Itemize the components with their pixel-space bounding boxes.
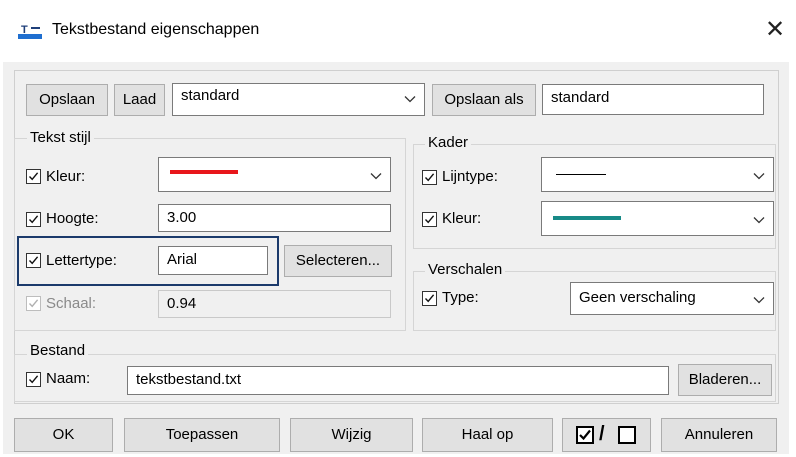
fetch-button[interactable]: Haal op [422,418,553,452]
text-height-label: Hoogte: [46,210,99,227]
chevron-down-icon [404,96,416,103]
chevron-down-icon [753,297,765,304]
chevron-down-icon [753,217,765,224]
scaling-type-label: Type: [442,289,479,306]
frame-color-swatch [553,216,621,220]
text-height-input[interactable]: 3.00 [158,204,391,232]
scaling-type-dropdown[interactable]: Geen verschaling [570,282,774,315]
svg-text:T: T [21,24,28,36]
browse-button[interactable]: Bladeren... [678,364,772,396]
ok-button[interactable]: OK [14,418,113,452]
frame-color-checkbox[interactable] [422,212,437,227]
preset-dropdown-value: standard [181,87,240,104]
cancel-button-label: Annuleren [684,426,754,443]
scale-checkbox [26,296,41,311]
linetype-label: Lijntype: [442,168,498,185]
font-input[interactable]: Arial [158,246,268,275]
scaling-type-value: Geen verschaling [579,289,696,306]
save-as-name-input[interactable]: standard [542,84,764,115]
save-button-label: Opslaan [39,91,95,108]
frame-group-title: Kader [425,134,472,151]
linetype-checkbox[interactable] [422,170,437,185]
fetch-button-label: Haal op [461,426,514,443]
font-label: Lettertype: [46,252,117,269]
frame-color-dropdown[interactable] [541,201,774,236]
chevron-down-icon [753,173,765,180]
save-button[interactable]: Opslaan [26,84,108,116]
text-color-swatch [170,170,238,174]
save-as-button-label: Opslaan als [444,91,524,108]
text-color-label: Kleur: [46,168,86,185]
scale-input: 0.94 [158,290,391,318]
modify-button[interactable]: Wijzig [290,418,413,452]
scale-label: Schaal: [46,295,97,312]
font-value: Arial [167,251,198,268]
close-icon[interactable]: ✕ [760,14,790,46]
text-color-dropdown[interactable] [158,157,391,192]
select-font-button-label: Selecteren... [295,252,381,269]
scaling-group-title: Verschalen [425,261,506,278]
apply-button[interactable]: Toepassen [124,418,280,452]
dialog-window: T Tekstbestand eigenschappen ✕ Opslaan L… [0,0,796,457]
linetype-dropdown[interactable] [541,157,774,192]
select-font-button[interactable]: Selecteren... [284,245,392,277]
browse-button-label: Bladeren... [688,371,762,388]
modify-button-label: Wijzig [331,426,372,443]
font-checkbox[interactable] [26,253,41,268]
checked-box-icon [576,426,594,444]
scaling-type-checkbox[interactable] [422,291,437,306]
load-button[interactable]: Laad [114,84,165,116]
empty-box-icon [618,426,636,444]
load-button-label: Laad [122,91,157,108]
file-name-value: tekstbestand.txt [136,371,242,388]
save-as-button[interactable]: Opslaan als [432,84,536,116]
text-file-app-icon: T [18,24,42,39]
chevron-down-icon [370,173,382,180]
ok-button-label: OK [52,426,75,443]
text-style-group-title: Tekst stijl [27,129,94,146]
text-height-value: 3.00 [167,209,197,226]
text-height-checkbox[interactable] [26,212,41,227]
scale-value: 0.94 [167,295,197,312]
toggle-separator: / [599,423,605,445]
check-all-toggle-button[interactable]: / [562,418,651,452]
title-bar[interactable]: T Tekstbestand eigenschappen ✕ [0,0,796,62]
file-name-label: Naam: [46,370,91,387]
cancel-button[interactable]: Annuleren [661,418,777,452]
linetype-preview-line [556,174,606,175]
file-name-checkbox[interactable] [26,372,41,387]
window-title: Tekstbestand eigenschappen [52,21,260,38]
file-group-title: Bestand [27,342,89,359]
apply-button-label: Toepassen [165,426,239,443]
text-color-checkbox[interactable] [26,169,41,184]
save-as-name-value: standard [551,89,610,106]
frame-color-label: Kleur: [442,210,482,227]
preset-dropdown[interactable]: standard [172,83,425,116]
file-name-input[interactable]: tekstbestand.txt [127,366,669,395]
